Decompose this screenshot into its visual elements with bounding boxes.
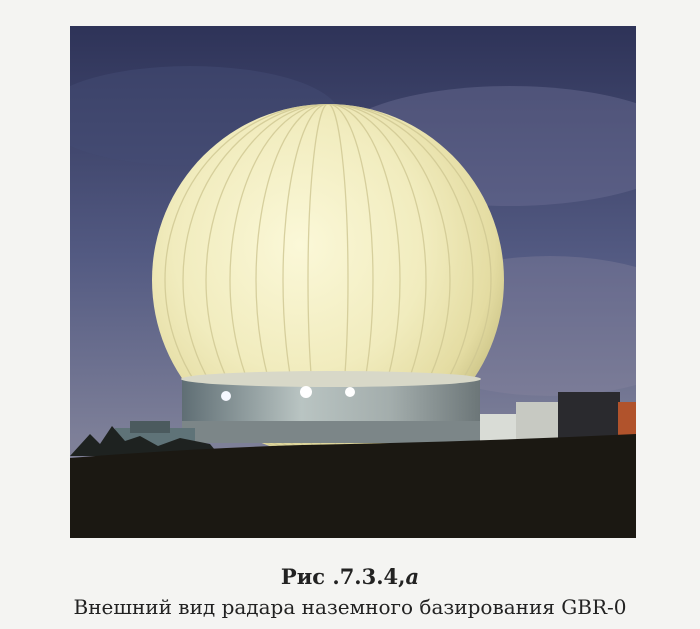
radar-photo [70, 26, 636, 538]
figure-caption-description: Внешний вид радара наземного базирования… [73, 595, 627, 619]
figure-number: Рис .7.3.4, [280, 564, 406, 589]
figure-caption-title: Рис .7.3.4,а [0, 564, 700, 589]
radar-base [181, 371, 481, 443]
figure-suffix: а [405, 564, 420, 589]
cropped-previous-text [0, 0, 700, 8]
